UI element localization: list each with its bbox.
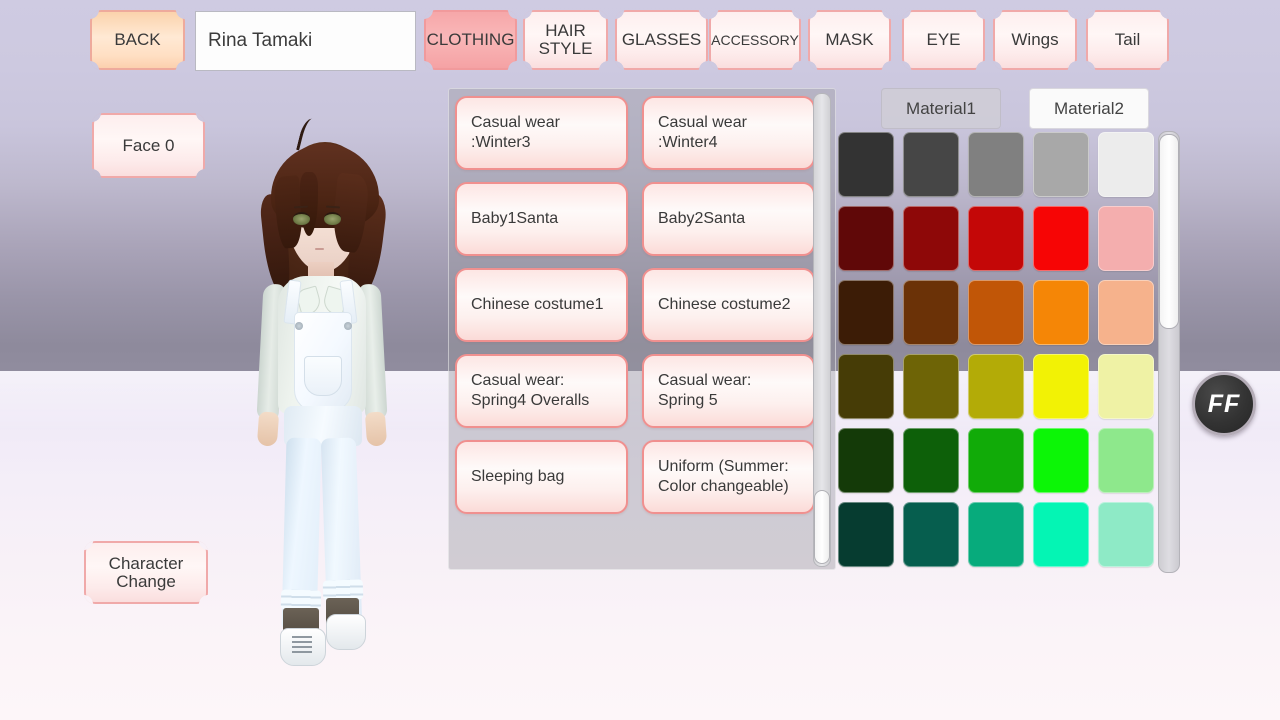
app-root: BACK CLOTHING HAIR STYLE GLASSES ACCESSO…	[0, 0, 1280, 720]
character-hand-left	[257, 411, 279, 446]
list-item[interactable]: Casual wear :Winter3	[455, 96, 628, 170]
color-swatch[interactable]	[903, 132, 959, 197]
color-swatch[interactable]	[1033, 354, 1089, 419]
list-item[interactable]: Sleeping bag	[455, 440, 628, 514]
tab-tail[interactable]: Tail	[1086, 10, 1169, 70]
color-swatch[interactable]	[1033, 502, 1089, 567]
list-item[interactable]: Casual wear: Spring 5	[642, 354, 815, 428]
palette-scroll-thumb[interactable]	[1159, 134, 1179, 329]
character-eye-right	[324, 212, 341, 225]
list-item[interactable]: Baby2Santa	[642, 182, 815, 256]
character-model[interactable]	[238, 120, 428, 680]
color-swatch[interactable]	[968, 354, 1024, 419]
clothing-list-scroll-thumb[interactable]	[814, 490, 830, 564]
tab-clothing[interactable]: CLOTHING	[424, 10, 517, 70]
color-swatch[interactable]	[968, 428, 1024, 493]
color-swatch[interactable]	[1033, 206, 1089, 271]
tab-eye[interactable]: EYE	[902, 10, 985, 70]
palette-scrollbar[interactable]	[1158, 131, 1180, 573]
color-swatch[interactable]	[1098, 428, 1154, 493]
fast-forward-button[interactable]: FF	[1192, 372, 1256, 436]
color-swatch[interactable]	[903, 206, 959, 271]
tab-accessory[interactable]: ACCESSORY	[709, 10, 801, 70]
color-swatch[interactable]	[1098, 206, 1154, 271]
tab-wings[interactable]: Wings	[993, 10, 1077, 70]
color-swatch[interactable]	[968, 206, 1024, 271]
character-change-button[interactable]: Character Change	[84, 541, 208, 604]
tab-material1[interactable]: Material1	[881, 88, 1001, 129]
color-swatch[interactable]	[1033, 428, 1089, 493]
color-swatch[interactable]	[838, 280, 894, 345]
character-shoe-laces	[292, 636, 312, 654]
color-swatch[interactable]	[838, 132, 894, 197]
list-item[interactable]: Uniform (Summer: Color changeable)	[642, 440, 815, 514]
color-swatch[interactable]	[903, 354, 959, 419]
tab-hair-style[interactable]: HAIR STYLE	[523, 10, 608, 70]
character-eye-left	[293, 212, 310, 225]
character-strap-button-right	[344, 322, 352, 330]
color-swatch[interactable]	[1098, 354, 1154, 419]
character-name-input[interactable]	[195, 11, 416, 71]
color-swatch[interactable]	[903, 280, 959, 345]
color-swatch[interactable]	[903, 502, 959, 567]
color-swatch[interactable]	[903, 428, 959, 493]
list-item[interactable]: Casual wear: Spring4 Overalls	[455, 354, 628, 428]
character-hand-right	[365, 411, 387, 446]
list-item[interactable]: Casual wear :Winter4	[642, 96, 815, 170]
color-swatch[interactable]	[1098, 280, 1154, 345]
character-strap-button-left	[295, 322, 303, 330]
color-swatch[interactable]	[1098, 132, 1154, 197]
color-swatch[interactable]	[1033, 132, 1089, 197]
color-swatch[interactable]	[838, 354, 894, 419]
list-item[interactable]: Chinese costume1	[455, 268, 628, 342]
tab-mask[interactable]: MASK	[808, 10, 891, 70]
character-overall-pocket	[304, 356, 342, 396]
back-button[interactable]: BACK	[90, 10, 185, 70]
color-swatch[interactable]	[968, 502, 1024, 567]
color-swatch[interactable]	[838, 428, 894, 493]
tab-material2[interactable]: Material2	[1029, 88, 1149, 129]
list-item[interactable]: Chinese costume2	[642, 268, 815, 342]
character-mouth	[315, 248, 324, 250]
list-item[interactable]: Baby1Santa	[455, 182, 628, 256]
clothing-list-scrollbar[interactable]	[813, 93, 831, 567]
character-shoe-right	[326, 614, 366, 650]
color-swatch[interactable]	[1098, 502, 1154, 567]
color-swatch[interactable]	[838, 502, 894, 567]
color-palette	[838, 132, 1148, 572]
face-button[interactable]: Face 0	[92, 113, 205, 178]
clothing-list-panel: Casual wear :Winter3 Casual wear :Winter…	[448, 88, 836, 570]
clothing-list-grid: Casual wear :Winter3 Casual wear :Winter…	[455, 96, 819, 564]
color-swatch[interactable]	[968, 132, 1024, 197]
tab-glasses[interactable]: GLASSES	[615, 10, 708, 70]
color-swatch[interactable]	[1033, 280, 1089, 345]
color-swatch[interactable]	[968, 280, 1024, 345]
color-swatch[interactable]	[838, 206, 894, 271]
